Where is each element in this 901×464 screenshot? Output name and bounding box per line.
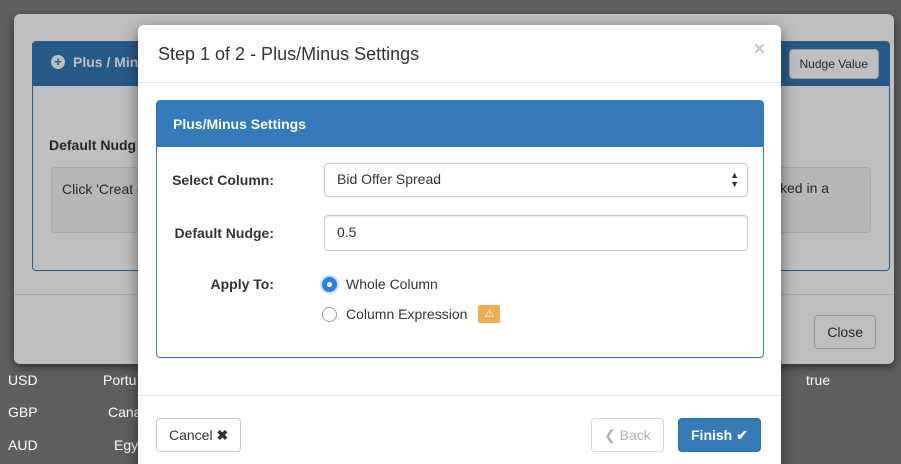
back-button[interactable]: ❮ Back (591, 418, 664, 452)
modal-header: Step 1 of 2 - Plus/Minus Settings × (138, 25, 781, 83)
grid-cell-currency: GBP (8, 404, 38, 420)
cancel-button-label: Cancel (169, 427, 213, 443)
grid-cell-currency: AUD (8, 437, 38, 453)
grid-cell-flag: true (806, 372, 831, 388)
plus-minus-wizard-modal: Step 1 of 2 - Plus/Minus Settings × Plus… (138, 25, 781, 464)
radio-column-expression[interactable]: Column Expression ⚠ (322, 305, 501, 323)
cancel-button[interactable]: Cancel ✖ (156, 418, 242, 452)
select-column-label: Select Column: (172, 172, 274, 188)
radio-checked-icon[interactable] (322, 276, 337, 292)
select-column-value: Bid Offer Spread (337, 171, 442, 187)
grid-cell-country: Portu (103, 372, 137, 388)
radio-whole-column[interactable]: Whole Column (322, 276, 438, 292)
grid-cell-country: Egy (114, 437, 139, 453)
warning-icon: ⚠ (478, 305, 501, 323)
grid-cell-country: Cana (108, 404, 142, 420)
apply-to-label: Apply To: (210, 276, 274, 292)
grid-cell-currency: USD (8, 372, 38, 388)
close-icon[interactable]: × (754, 40, 765, 59)
finish-button[interactable]: Finish ✔ (678, 418, 761, 452)
modal-footer: Cancel ✖ ❮ Back Finish ✔ (138, 395, 781, 464)
chevron-left-icon: ❮ (604, 427, 616, 443)
radio-unchecked-icon[interactable] (322, 306, 337, 322)
select-column-dropdown[interactable]: Bid Offer Spread ▲ ▼ (324, 163, 748, 197)
modal-title: Step 1 of 2 - Plus/Minus Settings (158, 44, 420, 64)
finish-button-label: Finish (691, 427, 733, 443)
x-icon: ✖ (216, 427, 229, 443)
radio-whole-column-label: Whole Column (346, 276, 438, 292)
select-arrows-icon: ▲ ▼ (730, 170, 739, 189)
default-nudge-label: Default Nudge: (174, 225, 274, 241)
back-button-label: Back (619, 427, 651, 443)
radio-column-expression-label: Column Expression (346, 306, 468, 322)
panel-heading: Plus/Minus Settings (157, 101, 763, 147)
default-nudge-input[interactable]: 0.5 (324, 215, 748, 251)
check-icon: ✔ (736, 427, 748, 443)
